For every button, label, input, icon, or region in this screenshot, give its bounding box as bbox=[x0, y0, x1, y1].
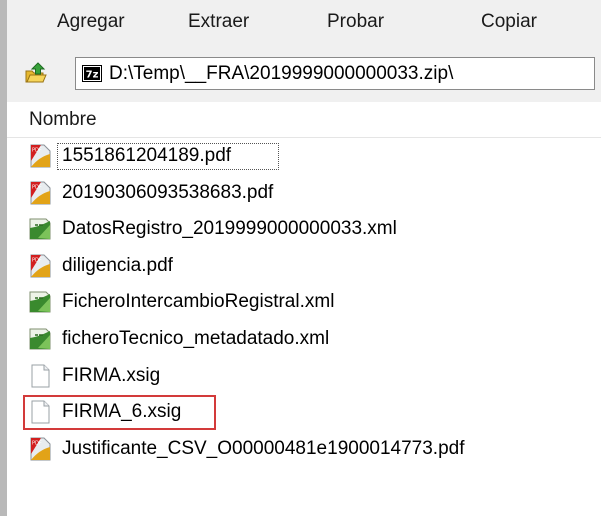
list-item[interactable]: FicheroIntercambioRegistral.xml bbox=[7, 284, 601, 321]
list-item[interactable]: FIRMA.xsig bbox=[7, 358, 601, 395]
file-name: FicheroIntercambioRegistral.xml bbox=[62, 291, 335, 313]
blank-file-icon bbox=[31, 400, 50, 424]
list-item[interactable]: PDF 1551861204189.pdf bbox=[7, 138, 601, 175]
file-name: FIRMA.xsig bbox=[62, 364, 161, 386]
column-name-header[interactable]: Nombre bbox=[29, 102, 97, 138]
file-name: diligencia.pdf bbox=[62, 254, 173, 276]
pdf-icon: PDF bbox=[30, 254, 51, 278]
file-name: 20190306093538683.pdf bbox=[62, 181, 274, 203]
copy-button[interactable]: Copiar bbox=[481, 0, 537, 44]
list-item[interactable]: PDF Justificante_CSV_O00000481e190001477… bbox=[7, 431, 601, 468]
list-item[interactable]: PDF diligencia.pdf bbox=[7, 248, 601, 285]
list-item[interactable]: DatosRegistro_2019999000000033.xml bbox=[7, 211, 601, 248]
file-name: FIRMA_6.xsig bbox=[62, 401, 182, 423]
svg-text:PDF: PDF bbox=[32, 184, 42, 190]
xml-icon bbox=[29, 291, 51, 313]
toolbar: Agregar Extraer Probar Copiar bbox=[7, 0, 601, 44]
list-item[interactable]: ficheroTecnico_metadatado.xml bbox=[7, 321, 601, 358]
file-name: 1551861204189.pdf bbox=[62, 145, 232, 166]
svg-text:PDF: PDF bbox=[32, 440, 42, 446]
test-button[interactable]: Probar bbox=[327, 0, 384, 44]
file-name: DatosRegistro_2019999000000033.xml bbox=[62, 218, 397, 240]
add-button[interactable]: Agregar bbox=[57, 0, 125, 44]
file-name: Justificante_CSV_O00000481e1900014773.pd… bbox=[62, 437, 465, 459]
file-list: PDF 1551861204189.pdf PDF 20190306093538… bbox=[7, 138, 601, 467]
window-left-edge bbox=[0, 0, 7, 516]
path-text: D:\Temp\__FRA\2019999000000033.zip\ bbox=[109, 63, 454, 84]
xml-icon bbox=[29, 328, 51, 350]
pdf-icon: PDF bbox=[30, 437, 51, 461]
7z-archive-icon: 7z bbox=[82, 65, 102, 82]
svg-text:PDF: PDF bbox=[32, 148, 42, 154]
xml-icon bbox=[29, 218, 51, 240]
address-bar: 7z D:\Temp\__FRA\2019999000000033.zip\ bbox=[7, 44, 601, 102]
pdf-icon: PDF bbox=[30, 181, 51, 205]
file-name: ficheroTecnico_metadatado.xml bbox=[62, 327, 330, 349]
blank-file-icon bbox=[31, 364, 50, 388]
pdf-icon: PDF bbox=[30, 144, 51, 168]
folder-up-icon[interactable] bbox=[23, 60, 49, 86]
path-field[interactable]: 7z D:\Temp\__FRA\2019999000000033.zip\ bbox=[75, 57, 595, 90]
7z-icon-label: 7z bbox=[86, 70, 99, 81]
list-item[interactable]: PDF 20190306093538683.pdf bbox=[7, 175, 601, 212]
list-item[interactable]: FIRMA_6.xsig bbox=[7, 394, 601, 431]
svg-text:PDF: PDF bbox=[32, 257, 42, 263]
extract-button[interactable]: Extraer bbox=[188, 0, 249, 44]
column-header: Nombre bbox=[7, 102, 601, 138]
